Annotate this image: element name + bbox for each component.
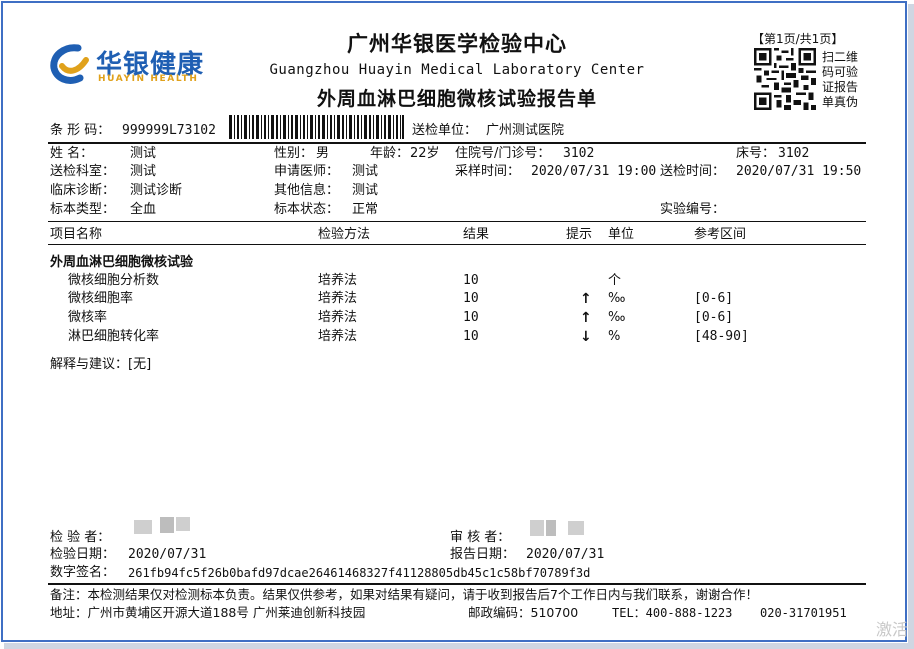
- row-ref: [0-6]: [694, 291, 734, 306]
- sex-label: 性别：: [274, 146, 314, 161]
- dept-value: 测试: [130, 164, 157, 179]
- tester-signature-redacted: [134, 520, 152, 534]
- tester-signature-redacted: [160, 517, 174, 533]
- row-ref: [48-90]: [694, 329, 749, 344]
- test-date-label: 检验日期：: [50, 547, 116, 562]
- diagnosis-value: 测试诊断: [130, 183, 183, 198]
- digital-signature-label: 数字签名：: [50, 565, 116, 580]
- row-item-name: 微核率: [68, 310, 108, 325]
- barcode-value: 999999L73102: [122, 123, 216, 138]
- diagnosis-label: 临床诊断：: [50, 183, 116, 198]
- other-info-label: 其他信息：: [274, 183, 340, 198]
- row-unit: ‰: [608, 291, 626, 306]
- test-date-value: 2020/07/31: [128, 547, 207, 562]
- row-ref: [0-6]: [694, 310, 734, 325]
- row-method: 培养法: [318, 291, 358, 306]
- reviewer-signature-redacted: [568, 521, 584, 535]
- age-label: 年龄：: [370, 146, 410, 161]
- age-value: 22岁: [410, 146, 440, 161]
- tester-signature-redacted: [176, 517, 190, 531]
- report-date-value: 2020/07/31: [526, 547, 605, 562]
- row-result: 10: [463, 273, 479, 288]
- col-header-hint: 提示: [566, 227, 593, 242]
- patient-name-label: 姓 名：: [50, 146, 94, 161]
- row-result: 10: [463, 329, 479, 344]
- row-hint-up-arrow: ↑: [580, 291, 592, 307]
- dept-label: 送检科室：: [50, 164, 116, 179]
- row-method: 培养法: [318, 329, 358, 344]
- row-method: 培养法: [318, 310, 358, 325]
- reviewer-signature-redacted: [546, 520, 556, 536]
- col-header-item: 项目名称: [50, 227, 103, 242]
- col-header-ref: 参考区间: [694, 227, 747, 242]
- footer-postcode: 邮政编码：510700: [468, 605, 579, 620]
- footer-tel: TEL：400-888-1223: [612, 606, 733, 620]
- digital-signature-value: 261fb94fc5f26b0bafd97dcae26461468327f411…: [128, 566, 591, 580]
- patient-name-value: 测试: [130, 146, 157, 161]
- report-date-label: 报告日期：: [450, 547, 516, 562]
- row-hint-up-arrow: ↑: [580, 310, 592, 326]
- col-header-method: 检验方法: [318, 227, 371, 242]
- row-unit: 个: [608, 273, 622, 288]
- send-time-value: 2020/07/31 19:50: [736, 164, 862, 179]
- lab-no-label: 实验编号：: [660, 202, 726, 217]
- row-method: 培养法: [318, 273, 358, 288]
- inpatient-no-label: 住院号/门诊号：: [455, 146, 551, 161]
- footer-note: 备注：本检测结果仅对检测标本负责。结果仅供参考，如果对结果有疑问，请于收到报告后…: [50, 587, 758, 602]
- sex-value: 男: [316, 146, 330, 161]
- row-hint-down-arrow: ↓: [580, 329, 592, 345]
- col-header-result: 结果: [463, 227, 490, 242]
- specimen-status-label: 标本状态：: [274, 202, 340, 217]
- row-unit: ‰: [608, 310, 626, 325]
- bed-no-value: 3102: [778, 146, 810, 161]
- specimen-status-value: 正常: [352, 202, 379, 217]
- row-item-name: 微核细胞率: [68, 291, 134, 306]
- inpatient-no-value: 3102: [563, 146, 595, 161]
- divider-patient: [48, 221, 866, 222]
- footer-tel-2: 020-31701951: [760, 606, 847, 620]
- row-item-name: 微核细胞分析数: [68, 273, 160, 288]
- row-unit: %: [608, 329, 621, 344]
- divider-table-header: [48, 244, 866, 245]
- reviewer-label: 审 核 者：: [450, 530, 511, 545]
- send-unit-label: 送检单位：: [412, 123, 478, 138]
- divider-footer: [48, 583, 866, 585]
- row-result: 10: [463, 310, 479, 325]
- other-info-value: 测试: [352, 183, 379, 198]
- barcode-label: 条 形 码：: [50, 123, 111, 138]
- interpretation-advice: 解释与建议：[无]: [50, 357, 152, 372]
- qr-verify-text: 扫二维码可验证报告单真伪: [822, 50, 859, 109]
- doctor-label: 申请医师：: [274, 164, 340, 179]
- tester-label: 检 验 者：: [50, 530, 111, 545]
- doctor-value: 测试: [352, 164, 379, 179]
- sample-time-value: 2020/07/31 19:00: [531, 164, 657, 179]
- page-number: 【第1页/共1页】: [752, 32, 844, 46]
- send-unit-value: 广州测试医院: [486, 123, 565, 138]
- sample-time-label: 采样时间：: [455, 164, 521, 179]
- page-shadow-bottom: [4, 643, 914, 649]
- qr-code-icon[interactable]: [754, 48, 816, 110]
- activation-watermark: 激活: [876, 620, 909, 639]
- row-item-name: 淋巴细胞转化率: [68, 329, 160, 344]
- specimen-type-label: 标本类型：: [50, 202, 116, 217]
- test-group-title: 外周血淋巴细胞微核试验: [50, 255, 194, 270]
- footer-address: 地址：广州市黄埔区开源大道188号 广州莱迪创新科技园: [50, 605, 366, 620]
- bed-no-label: 床号：: [736, 146, 776, 161]
- col-header-unit: 单位: [608, 227, 635, 242]
- reviewer-signature-redacted: [530, 520, 544, 536]
- row-result: 10: [463, 291, 479, 306]
- send-time-label: 送检时间：: [660, 164, 726, 179]
- barcode-icon: [229, 115, 404, 139]
- specimen-type-value: 全血: [130, 202, 157, 217]
- divider-top: [48, 142, 866, 144]
